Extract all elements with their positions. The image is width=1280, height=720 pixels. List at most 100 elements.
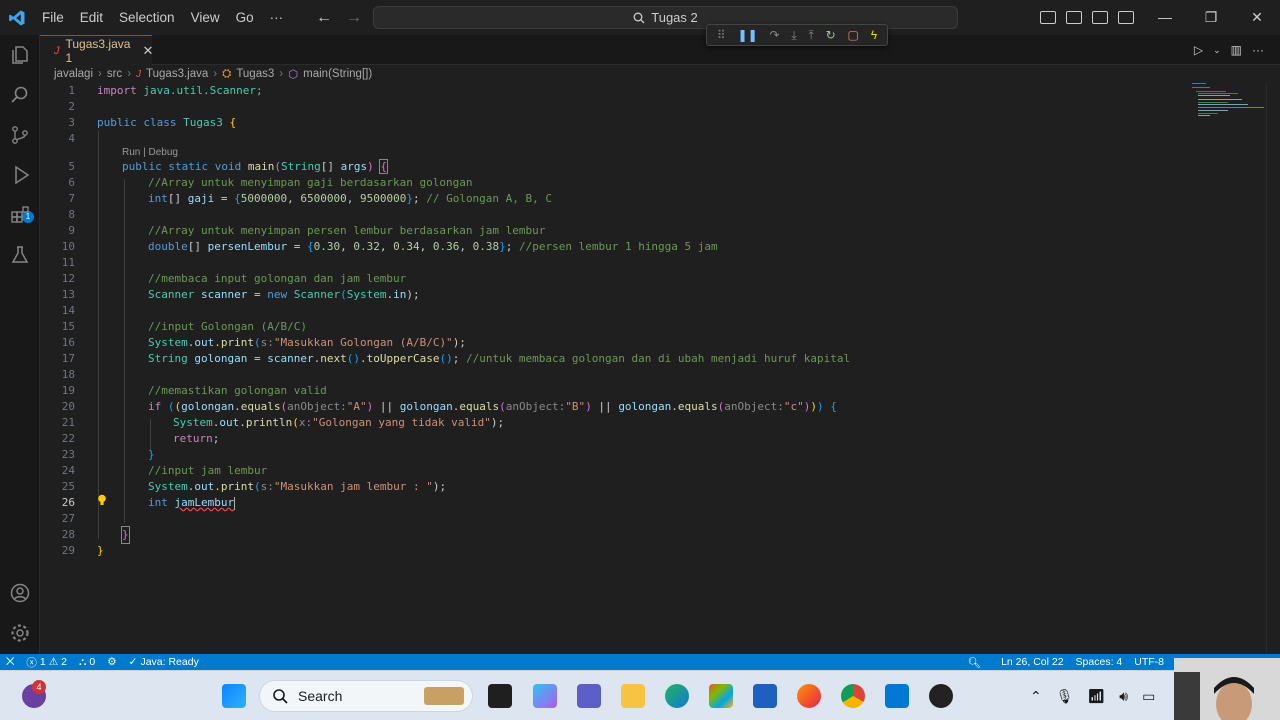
line-number: 18 [61,368,75,381]
menu-bar: File Edit Selection View Go ··· [34,0,291,35]
forward-arrow-icon[interactable]: → [346,9,362,27]
line-number: 24 [61,464,75,477]
source-control-icon[interactable] [8,123,32,147]
breadcrumb-method[interactable]: main(String[]) [303,68,372,80]
file-explorer-icon[interactable] [621,684,645,708]
menu-file[interactable]: File [34,0,72,35]
tab-label: Tugas3.java 1 [65,36,131,65]
breadcrumb-class[interactable]: Tugas3 [236,68,274,80]
line-number: 27 [61,512,75,525]
microsoft-store-icon[interactable] [709,684,733,708]
cursor-position[interactable]: Ln 26, Col 22 [995,656,1069,668]
indent-guide [98,131,99,539]
remote-indicator[interactable]: ⨉ [0,656,20,669]
minimap[interactable] [1190,83,1270,123]
volume-icon[interactable]: 🔊︎ [1119,688,1128,705]
ports-indicator[interactable]: ⛬ 0 [73,656,101,669]
minimize-icon[interactable]: — [1142,0,1188,35]
indentation[interactable]: Spaces: 4 [1070,656,1129,668]
close-window-icon[interactable]: ✕ [1234,0,1280,35]
microphone-icon[interactable]: 🎙︎ [1056,688,1074,705]
toggle-sidebar-icon[interactable] [1040,11,1056,24]
battery-icon[interactable]: ▭ [1142,688,1155,705]
java-status-icon: ✓ [128,656,138,668]
search-icon[interactable] [8,83,32,107]
toggle-panel-icon[interactable] [1066,11,1082,24]
stop-icon[interactable]: ▢ [848,28,859,42]
debug-status-icon[interactable]: ⚙ [101,656,122,668]
search-icon [273,689,288,704]
copilot-icon[interactable] [533,684,557,708]
class-symbol-icon: ⛭ [222,67,232,80]
problems-indicator[interactable]: ⓧ 1 ⚠ 2 [20,655,73,670]
code-line-29: } [97,544,104,557]
obs-icon[interactable] [929,684,953,708]
more-actions-icon[interactable]: ··· [1252,43,1264,57]
close-tab-icon[interactable]: ✕ [142,43,153,59]
account-icon[interactable] [8,581,32,605]
window-controls: — ❐ ✕ [1142,0,1280,35]
pause-icon[interactable]: ❚❚ [738,28,758,42]
line-number: 15 [61,320,75,333]
chevron-right-icon: › [98,68,102,80]
breadcrumb-folder-javalagi[interactable]: javalagi [54,68,93,80]
navigation-arrows: ← → [316,0,362,35]
breadcrumb-file[interactable]: Tugas3.java [146,68,208,80]
run-debug-icon[interactable] [8,163,32,187]
menu-go[interactable]: Go [228,0,262,35]
menu-edit[interactable]: Edit [72,0,111,35]
menu-view[interactable]: View [183,0,228,35]
code-editor[interactable]: 1 2 3 4 5 6 7 8 9 10 11 12 13 14 15 16 17 18 19 20 21 22 23 24 2… [40,83,1280,654]
edge-icon[interactable] [665,684,689,708]
code-line-24: //input jam lembur [148,464,268,477]
settings-gear-icon[interactable] [8,621,32,645]
menu-selection[interactable]: Selection [111,0,183,35]
line-number: 26 [61,496,75,509]
toggle-secondary-sidebar-icon[interactable] [1092,11,1108,24]
firefox-icon[interactable] [797,684,821,708]
line-number: 22 [61,432,75,445]
math-app-icon[interactable] [753,684,777,708]
customize-layout-icon[interactable] [1118,11,1134,24]
run-file-icon[interactable]: ▷ [1194,43,1203,57]
run-dropdown-icon[interactable]: ⌄ [1213,45,1221,56]
line-number: 9 [68,224,75,237]
back-arrow-icon[interactable]: ← [316,9,332,27]
drag-handle-icon[interactable]: ⠿ [717,28,726,42]
explorer-icon[interactable] [8,43,32,67]
extensions-icon[interactable] [8,203,32,227]
zoom-icon[interactable]: 🔍︎ [962,656,995,669]
encoding[interactable]: UTF-8 [1128,656,1170,668]
line-number: 28 [61,528,75,541]
testing-icon[interactable] [8,243,32,267]
task-view-icon[interactable] [488,684,512,708]
code-line-6: //Array untuk menyimpan gaji berdasarkan… [148,176,473,189]
split-editor-icon[interactable]: ▥ [1231,43,1242,57]
java-file-icon: J [136,68,142,80]
tab-tugas3-java[interactable]: J Tugas3.java 1 ✕ [40,35,153,65]
chrome-icon[interactable] [841,684,865,708]
lightbulb-icon[interactable] [97,494,107,506]
code-line-20: if ((golongan.equals(anObject:"A") || go… [148,400,837,413]
windows-taskbar: 4 Search ⌃ 🎙︎ 📶︎ 🔊︎ ▭ [0,670,1280,720]
vertical-scrollbar[interactable] [1266,83,1280,654]
windows-start-icon[interactable] [222,684,246,708]
step-out-icon[interactable]: ⤒ [809,28,814,43]
codelens-run-debug[interactable]: Run | Debug [122,146,178,160]
taskbar-search[interactable]: Search [259,680,473,712]
step-into-icon[interactable]: ⤓ [791,28,796,43]
show-hidden-icons-icon[interactable]: ⌃ [1030,688,1042,705]
line-number: 3 [68,116,75,129]
step-over-icon[interactable]: ↷ [769,28,779,42]
java-status[interactable]: ✓ Java: Ready [123,656,205,668]
system-tray: ⌃ 🎙︎ 📶︎ 🔊︎ ▭ [1030,671,1155,720]
restore-icon[interactable]: ❐ [1188,0,1234,35]
teams-icon[interactable] [577,684,601,708]
wifi-icon[interactable]: 📶︎ [1088,688,1106,705]
hot-code-replace-icon[interactable]: ϟ [871,28,877,42]
vscode-taskbar-icon[interactable] [885,684,909,708]
vscode-logo-icon [0,0,34,35]
restart-icon[interactable]: ↻ [826,28,836,42]
breadcrumb-folder-src[interactable]: src [107,68,122,80]
menu-more[interactable]: ··· [262,0,292,35]
